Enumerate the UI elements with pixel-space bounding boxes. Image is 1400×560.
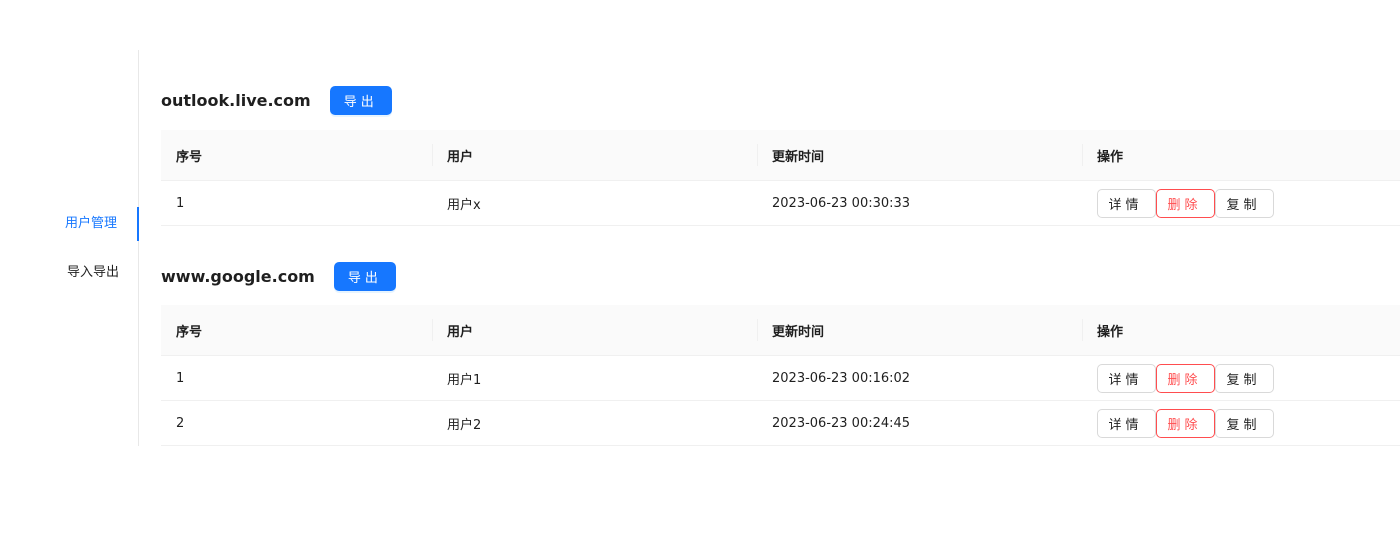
delete-button[interactable]: 删除 xyxy=(1156,363,1215,393)
column-header-actions: 操作 xyxy=(1082,319,1400,341)
delete-button[interactable]: 删除 xyxy=(1156,408,1215,438)
copy-button[interactable]: 复制 xyxy=(1215,408,1274,438)
column-header-index: 序号 xyxy=(176,149,203,165)
sidebar: 用户管理 导入导出 xyxy=(0,50,139,446)
domain-title: outlook.live.com xyxy=(161,90,311,110)
row-actions: 详情 删除 复制 xyxy=(1082,408,1400,438)
detail-button[interactable]: 详情 xyxy=(1097,408,1156,438)
column-header-user: 用户 xyxy=(432,319,757,341)
column-header-user: 用户 xyxy=(432,144,757,166)
row-index: 1 xyxy=(176,195,185,211)
sidebar-item-import-export[interactable]: 导入导出 xyxy=(0,256,139,290)
accounts-table: 序号 用户 更新时间 操作 1 用户1 2023-06-23 00:16:02 … xyxy=(161,305,1400,446)
table-row: 1 用户1 2023-06-23 00:16:02 详情 删除 复制 xyxy=(161,356,1400,401)
column-header-updated: 更新时间 xyxy=(757,144,1082,166)
section-header: outlook.live.com 导出 xyxy=(161,85,392,115)
copy-button[interactable]: 复制 xyxy=(1215,363,1274,393)
row-user: 用户x xyxy=(447,197,481,213)
row-user: 用户1 xyxy=(447,372,482,388)
row-updated-time: 2023-06-23 00:30:33 xyxy=(772,195,911,211)
column-header-updated: 更新时间 xyxy=(757,319,1082,341)
domain-title: www.google.com xyxy=(161,266,315,286)
app-root: 用户管理 导入导出 outlook.live.com 导出 序号 用户 更新时间… xyxy=(0,0,1400,560)
row-index: 2 xyxy=(176,415,185,431)
table-header-row: 序号 用户 更新时间 操作 xyxy=(161,305,1400,356)
table-row: 1 用户x 2023-06-23 00:30:33 详情 删除 复制 xyxy=(161,181,1400,226)
main-content: outlook.live.com 导出 序号 用户 更新时间 操作 1 用户x … xyxy=(161,0,1400,560)
table-header-row: 序号 用户 更新时间 操作 xyxy=(161,130,1400,181)
detail-button[interactable]: 详情 xyxy=(1097,188,1156,218)
column-header-index: 序号 xyxy=(176,324,203,340)
copy-button[interactable]: 复制 xyxy=(1215,188,1274,218)
sidebar-item-user-management[interactable]: 用户管理 xyxy=(0,207,139,241)
accounts-table: 序号 用户 更新时间 操作 1 用户x 2023-06-23 00:30:33 … xyxy=(161,130,1400,226)
row-updated-time: 2023-06-23 00:16:02 xyxy=(772,370,911,386)
table-row: 2 用户2 2023-06-23 00:24:45 详情 删除 复制 xyxy=(161,401,1400,446)
delete-button[interactable]: 删除 xyxy=(1156,188,1215,218)
row-actions: 详情 删除 复制 xyxy=(1082,363,1400,393)
export-button[interactable]: 导出 xyxy=(333,261,396,291)
column-header-actions: 操作 xyxy=(1082,144,1400,166)
row-index: 1 xyxy=(176,370,185,386)
row-actions: 详情 删除 复制 xyxy=(1082,188,1400,218)
detail-button[interactable]: 详情 xyxy=(1097,363,1156,393)
row-updated-time: 2023-06-23 00:24:45 xyxy=(772,415,911,431)
row-user: 用户2 xyxy=(447,417,482,433)
section-header: www.google.com 导出 xyxy=(161,261,396,291)
export-button[interactable]: 导出 xyxy=(329,85,392,115)
